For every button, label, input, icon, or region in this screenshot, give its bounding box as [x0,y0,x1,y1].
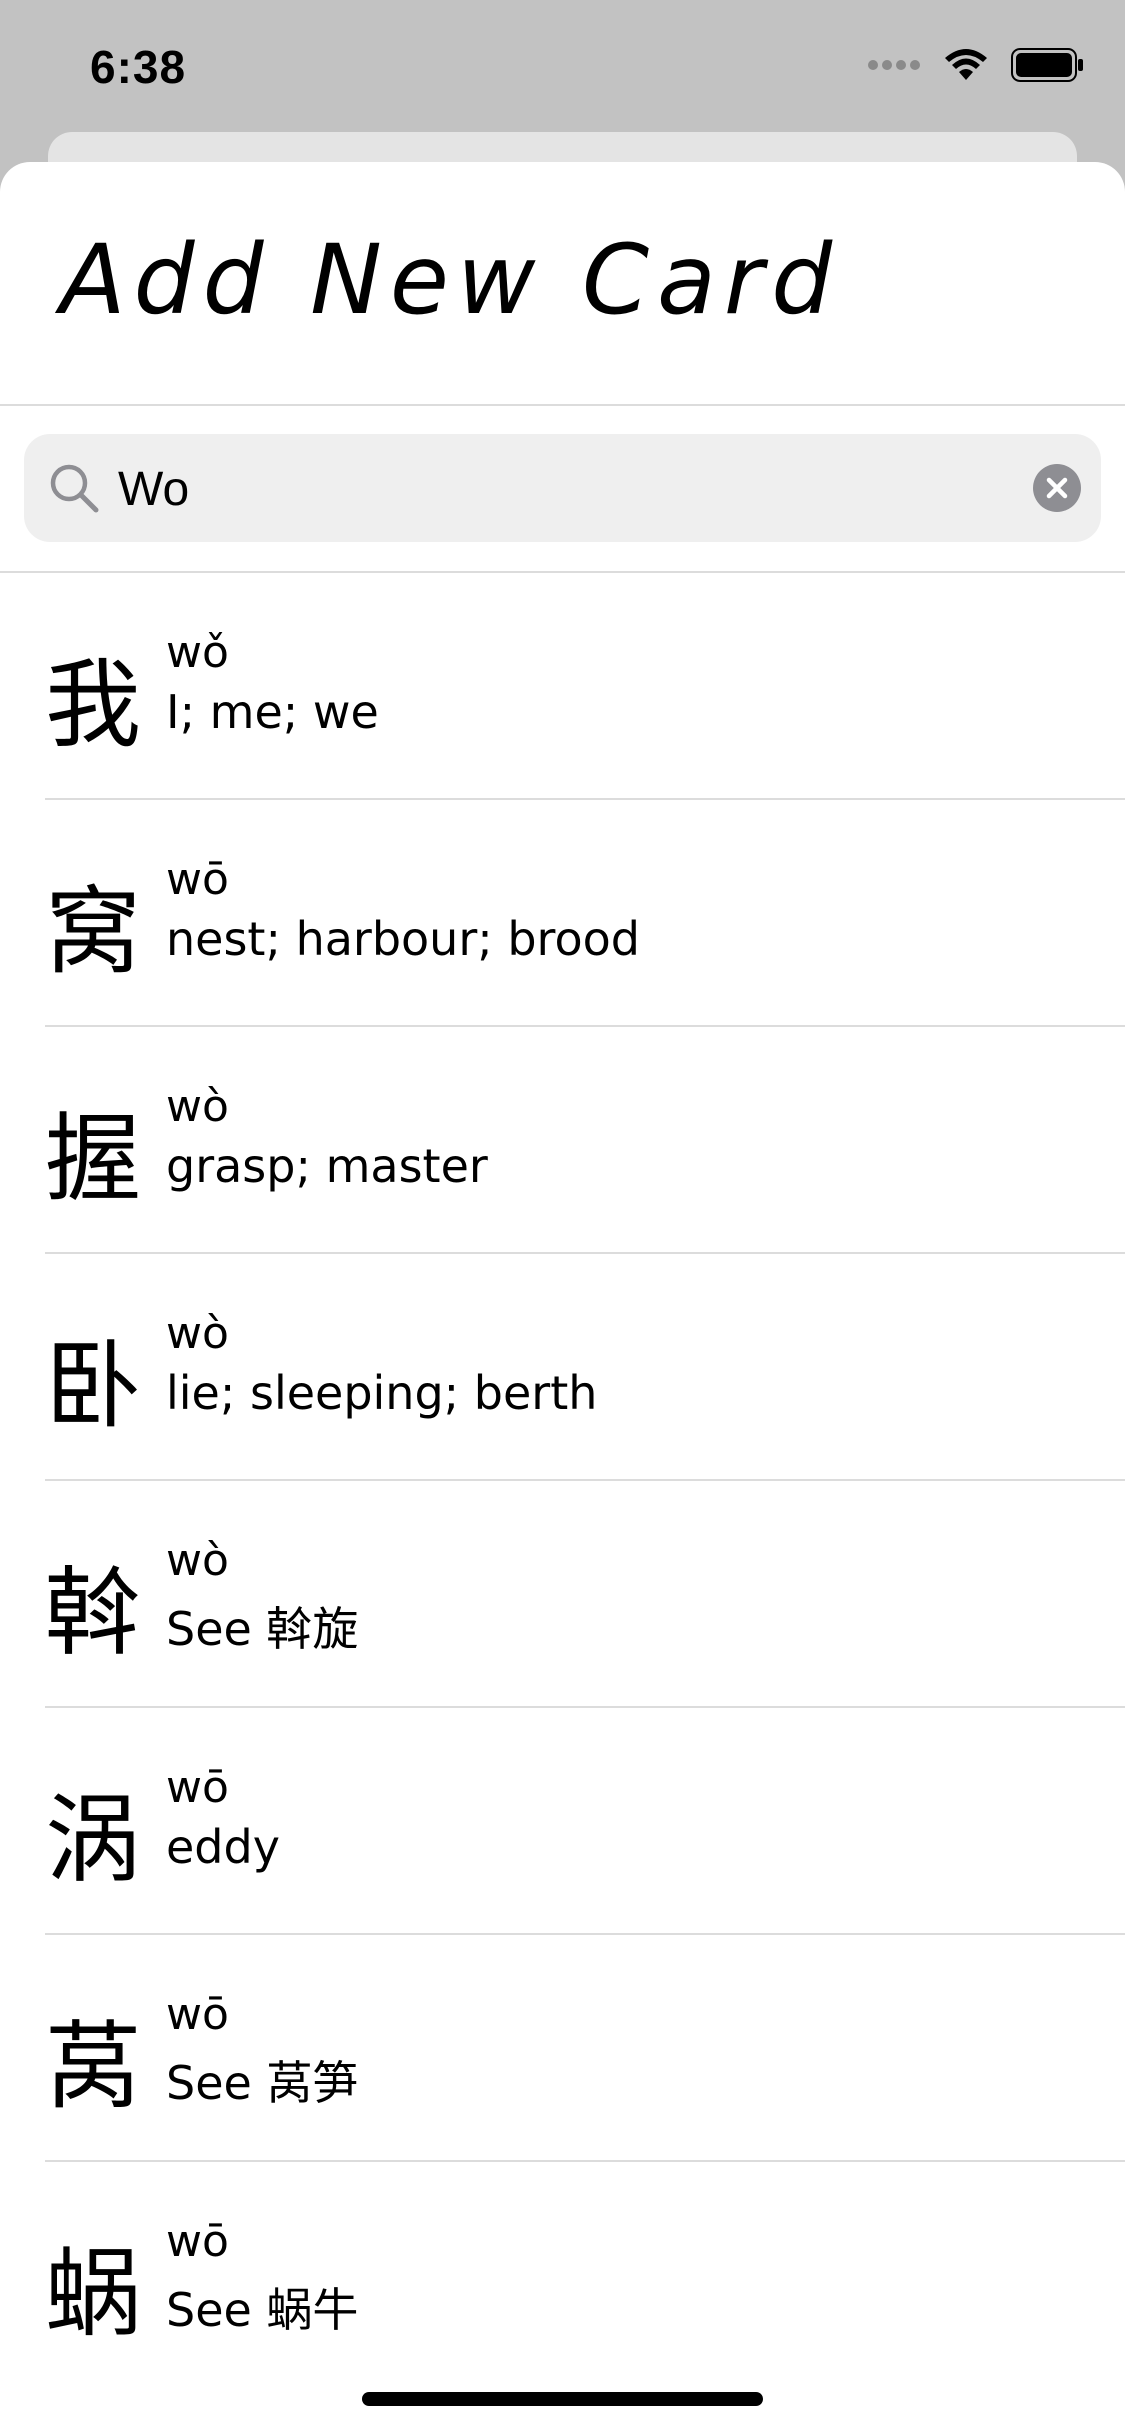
hanzi-character: 斡 [45,1557,141,1669]
meaning-label: See 蜗牛 [166,2283,359,2337]
hanzi-character: 握 [45,1103,141,1215]
wifi-icon [945,49,987,80]
search-icon [50,464,99,513]
add-card-sheet: Add New Card 我 wǒ I; me; we 窝 wō [0,162,1125,2436]
hanzi-character: 卧 [45,1330,141,1442]
search-bar [0,406,1125,573]
list-item[interactable]: 握 wò grasp; master [45,1027,1125,1254]
meaning-label: lie; sleeping; berth [166,1366,598,1420]
hanzi-character: 涡 [45,1784,141,1896]
pinyin-label: wō [166,1762,229,1813]
pinyin-label: wò [166,1535,229,1586]
status-bar: 6:38 [0,0,1125,140]
pinyin-label: wō [166,2216,229,2267]
hanzi-character: 窝 [45,876,141,988]
hanzi-character: 蜗 [45,2238,141,2350]
list-item[interactable]: 我 wǒ I; me; we [45,573,1125,800]
meaning-label: I; me; we [166,685,379,739]
list-item[interactable]: 窝 wō nest; harbour; brood [45,800,1125,1027]
home-indicator[interactable] [362,2392,763,2406]
status-icons [867,48,1085,82]
pinyin-label: wǒ [166,627,229,678]
meaning-label: grasp; master [166,1139,488,1193]
hanzi-character: 莴 [45,2011,141,2123]
results-list: 我 wǒ I; me; we 窝 wō nest; harbour; brood… [0,573,1125,2387]
meaning-label: nest; harbour; brood [166,912,640,966]
pinyin-label: wò [166,1308,229,1359]
search-field[interactable] [24,434,1101,542]
search-input[interactable] [116,456,1000,522]
list-item[interactable]: 莴 wō See 莴笋 [45,1935,1125,2162]
signal-icon [868,60,920,70]
page-title: Add New Card [60,224,841,336]
battery-icon [1011,48,1083,82]
clear-icon[interactable] [1033,464,1081,512]
pinyin-label: wō [166,854,229,905]
meaning-label: See 莴笋 [166,2056,359,2110]
meaning-label: eddy [166,1820,280,1874]
meaning-label: See 斡旋 [166,1602,359,1656]
list-item[interactable]: 斡 wò See 斡旋 [45,1481,1125,1708]
list-item[interactable]: 卧 wò lie; sleeping; berth [45,1254,1125,1481]
pinyin-label: wò [166,1081,229,1132]
list-item[interactable]: 涡 wō eddy [45,1708,1125,1935]
status-time: 6:38 [90,41,187,93]
pinyin-label: wō [166,1989,229,2040]
hanzi-character: 我 [45,649,141,761]
list-item[interactable]: 蜗 wō See 蜗牛 [45,2162,1125,2387]
sheet-header: Add New Card [0,162,1125,406]
